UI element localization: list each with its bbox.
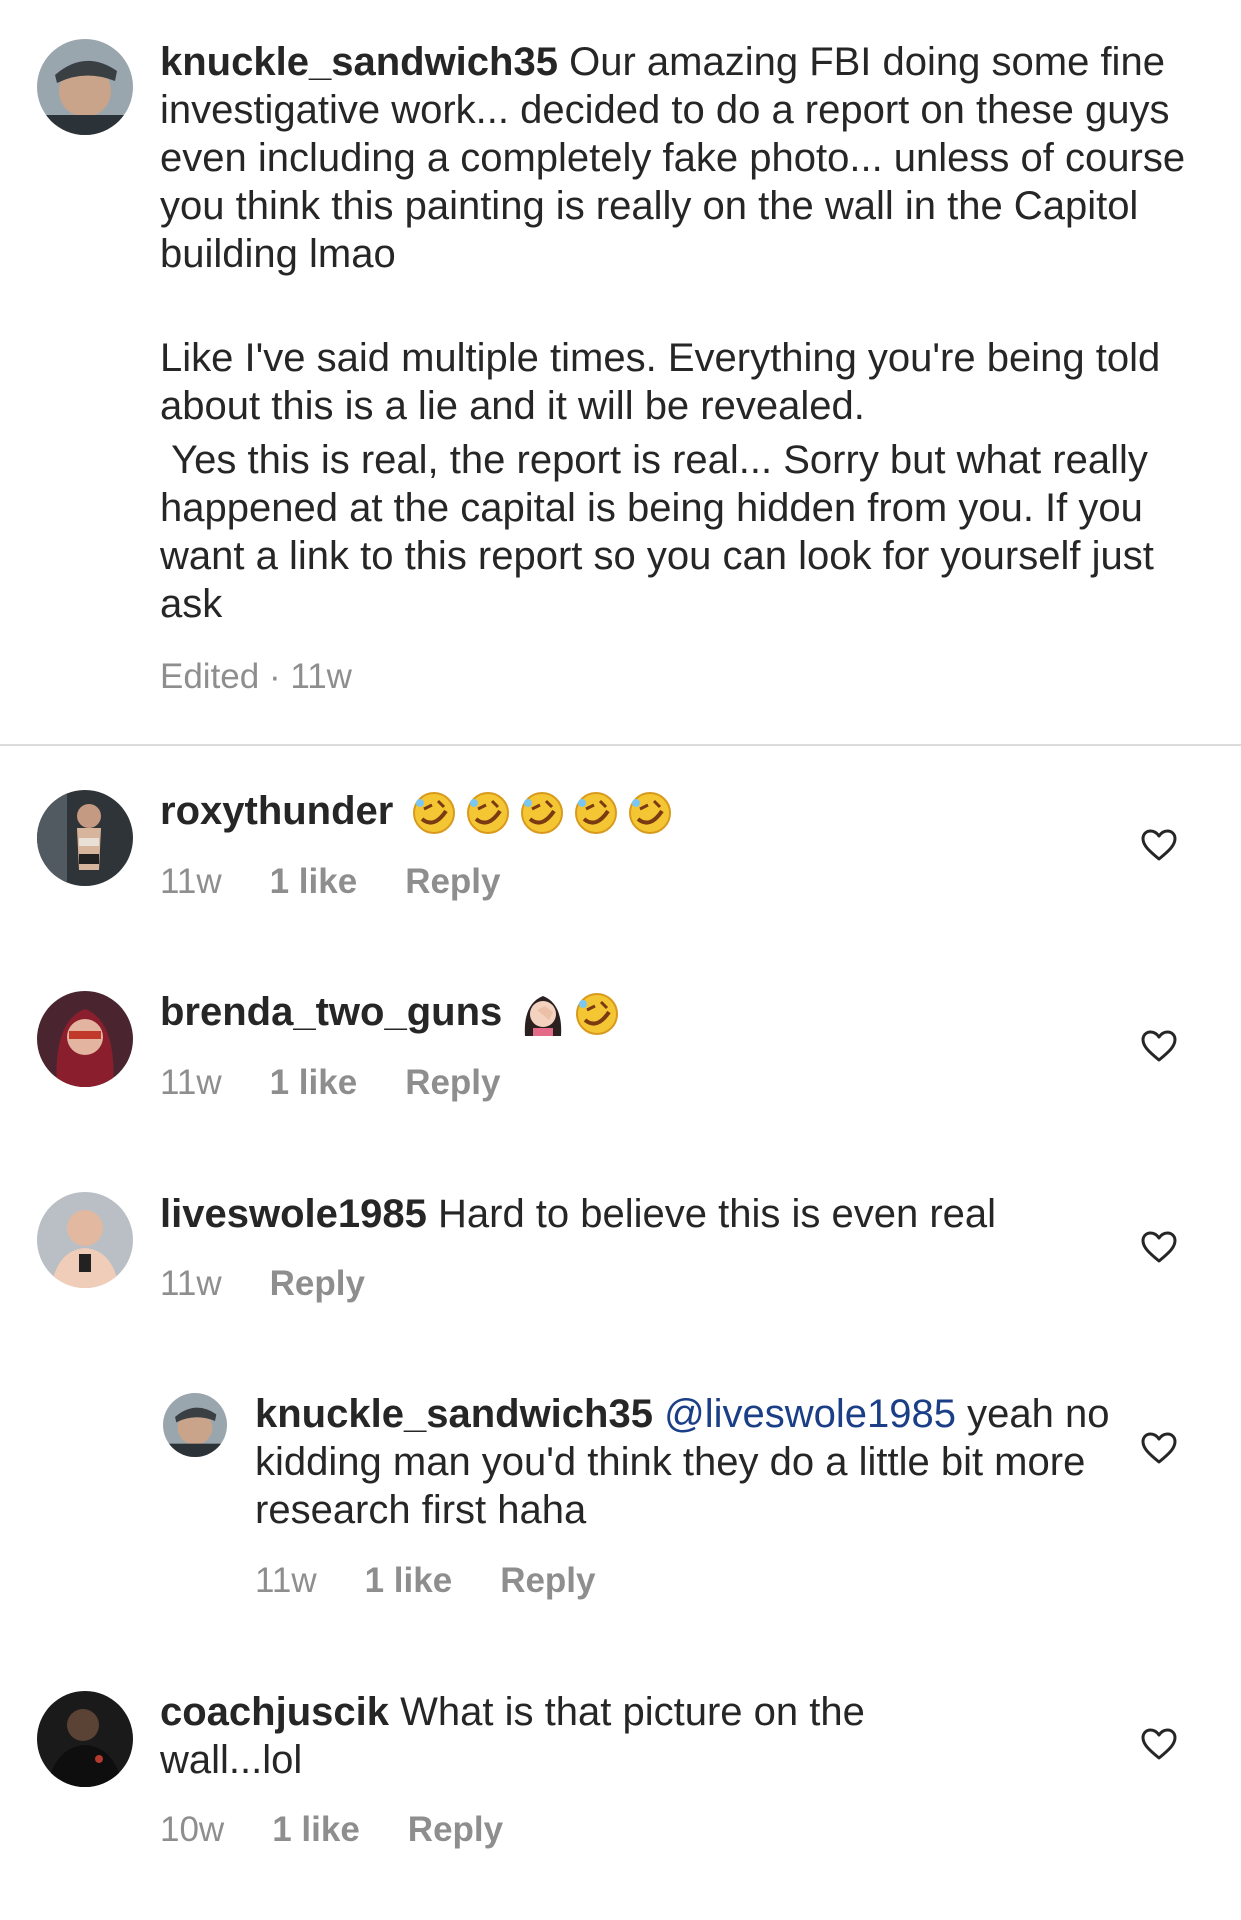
rolling-on-floor-laughing-emoji	[572, 789, 620, 837]
comment-meta: 11w Reply	[160, 1264, 413, 1304]
comment-time: 11w	[255, 1561, 317, 1600]
comment-time: 11w	[160, 862, 222, 901]
comment-likes[interactable]: 1 like	[270, 1063, 358, 1102]
comment-coachjuscik: coachjuscik What is that picture on the …	[160, 1688, 980, 1784]
reply-button[interactable]: Reply	[270, 1264, 365, 1303]
rolling-on-floor-laughing-emoji	[626, 789, 674, 837]
avatar-coachjuscik[interactable]	[37, 1691, 133, 1787]
comment-brenda-two-guns: brenda_two_guns	[160, 988, 1140, 1038]
caption-para-3: Yes this is real, the report is real... …	[160, 438, 1165, 626]
comment-username[interactable]: roxythunder	[160, 789, 393, 833]
reply-button[interactable]: Reply	[405, 862, 500, 901]
caption-username[interactable]: knuckle_sandwich35	[160, 40, 558, 84]
divider	[0, 744, 1241, 746]
comment-username[interactable]: liveswole1985	[160, 1192, 427, 1236]
comment-likes[interactable]: 1 like	[272, 1810, 360, 1849]
comment-meta: 11w 1 like Reply	[160, 1063, 549, 1103]
reply-button[interactable]: Reply	[408, 1810, 503, 1849]
comment-text: Hard to believe this is even real	[437, 1192, 997, 1236]
rolling-on-floor-laughing-emoji	[518, 789, 566, 837]
reply-knuckle-sandwich35: knuckle_sandwich35 @liveswole1985 yeah n…	[255, 1390, 1115, 1534]
woman-facepalming-emoji	[519, 990, 567, 1038]
heart-outline-icon[interactable]	[1140, 1431, 1178, 1465]
rolling-on-floor-laughing-emoji	[464, 789, 512, 837]
heart-outline-icon[interactable]	[1140, 1230, 1178, 1264]
comment-username[interactable]: knuckle_sandwich35	[255, 1392, 653, 1436]
comment-likes[interactable]: 1 like	[365, 1561, 453, 1600]
avatar-knuckle-sandwich35-reply[interactable]	[163, 1393, 227, 1457]
avatar-brenda-two-guns[interactable]	[37, 991, 133, 1087]
comment-time: 11w	[160, 1063, 222, 1102]
reply-button[interactable]: Reply	[405, 1063, 500, 1102]
caption-para-1: knuckle_sandwich35 Our amazing FBI doing…	[160, 38, 1190, 278]
caption-meta: Edited · 11w	[160, 657, 352, 696]
heart-outline-icon[interactable]	[1140, 1727, 1178, 1761]
post-caption: knuckle_sandwich35 Our amazing FBI doing…	[160, 38, 1190, 628]
comment-meta: 10w 1 like Reply	[160, 1810, 551, 1850]
comment-meta: 11w 1 like Reply	[160, 862, 549, 902]
mention-link[interactable]: @liveswole1985	[664, 1392, 956, 1436]
comment-time: 10w	[160, 1810, 225, 1849]
comment-liveswole1985: liveswole1985 Hard to believe this is ev…	[160, 1190, 1100, 1238]
comment-likes[interactable]: 1 like	[270, 862, 358, 901]
reply-button[interactable]: Reply	[500, 1561, 595, 1600]
comment-time: 11w	[160, 1264, 222, 1303]
avatar-roxythunder[interactable]	[37, 790, 133, 886]
avatar-liveswole1985[interactable]	[37, 1192, 133, 1288]
comment-username[interactable]: brenda_two_guns	[160, 990, 502, 1034]
heart-outline-icon[interactable]	[1140, 828, 1178, 862]
rolling-on-floor-laughing-emoji	[573, 990, 621, 1038]
heart-outline-icon[interactable]	[1140, 1029, 1178, 1063]
caption-para-2: Like I've said multiple times. Everythin…	[160, 336, 1161, 428]
comment-username[interactable]: coachjuscik	[160, 1690, 389, 1734]
rolling-on-floor-laughing-emoji	[410, 789, 458, 837]
avatar-knuckle-sandwich35[interactable]	[37, 39, 133, 135]
comment-roxythunder: roxythunder	[160, 787, 1140, 837]
comment-meta: 11w 1 like Reply	[255, 1561, 644, 1601]
